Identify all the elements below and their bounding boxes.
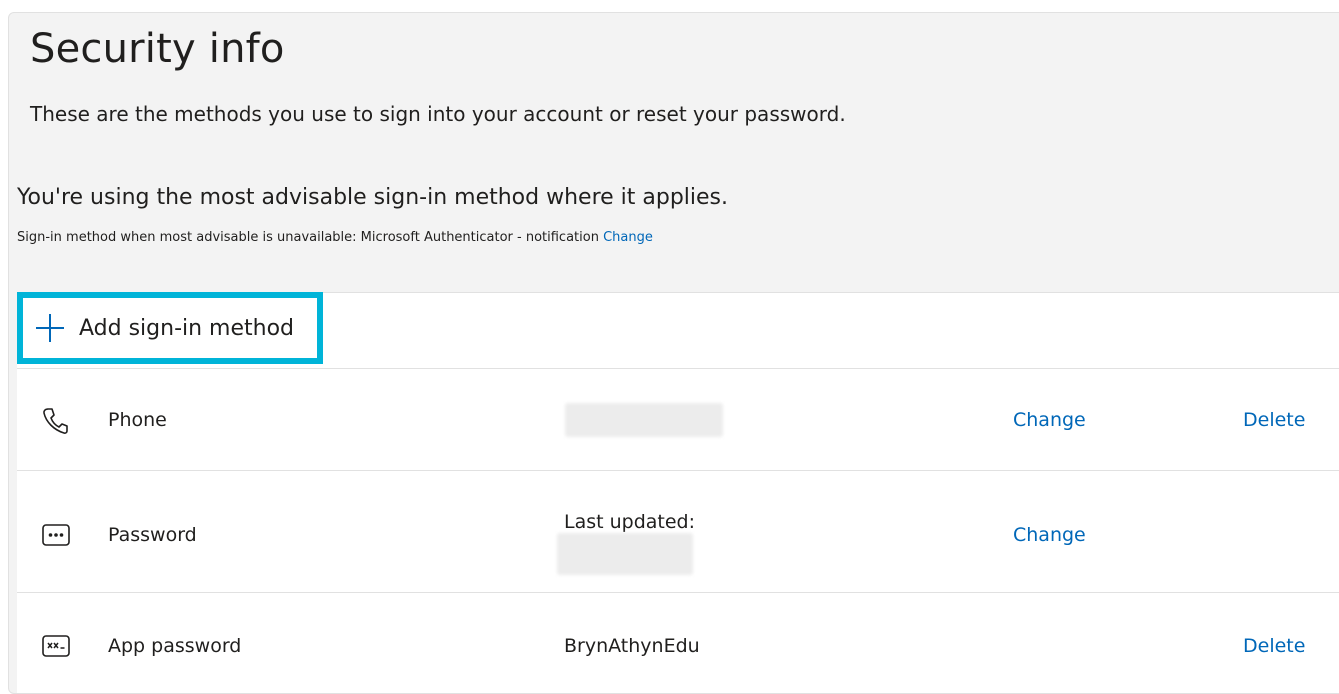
phone-change-link[interactable]: Change (1013, 409, 1086, 431)
method-name-phone: Phone (108, 409, 167, 431)
fallback-method-text: Sign-in method when most advisable is un… (17, 230, 653, 245)
app-password-detail: BrynAthynEdu (564, 635, 700, 657)
app-password-icon (42, 635, 70, 661)
method-row-password: Password Last updated: Change (17, 470, 1339, 593)
password-last-updated-label: Last updated: (564, 511, 696, 533)
add-sign-in-method-label: Add sign-in method (79, 315, 295, 341)
password-dots-icon (42, 524, 70, 550)
advisable-method-heading: You're using the most advisable sign-in … (17, 185, 729, 210)
phone-delete-link[interactable]: Delete (1243, 409, 1305, 431)
redacted-phone-number (565, 403, 723, 437)
page-description: These are the methods you use to sign in… (30, 102, 846, 126)
phone-icon (42, 407, 68, 439)
app-password-delete-link[interactable]: Delete (1243, 635, 1305, 657)
method-name-app-password: App password (108, 635, 242, 657)
fallback-change-link[interactable]: Change (603, 230, 653, 245)
method-row-phone: Phone Change Delete (17, 368, 1339, 471)
fallback-method-label: Sign-in method when most advisable is un… (17, 230, 599, 245)
password-change-link[interactable]: Change (1013, 524, 1086, 546)
method-row-app-password: App password BrynAthynEdu Delete (17, 592, 1339, 693)
redacted-last-updated-date (557, 533, 693, 575)
method-name-password: Password (108, 524, 197, 546)
plus-icon (36, 314, 64, 342)
page-title: Security info (30, 26, 285, 72)
add-sign-in-method-button[interactable]: Add sign-in method (17, 292, 323, 364)
